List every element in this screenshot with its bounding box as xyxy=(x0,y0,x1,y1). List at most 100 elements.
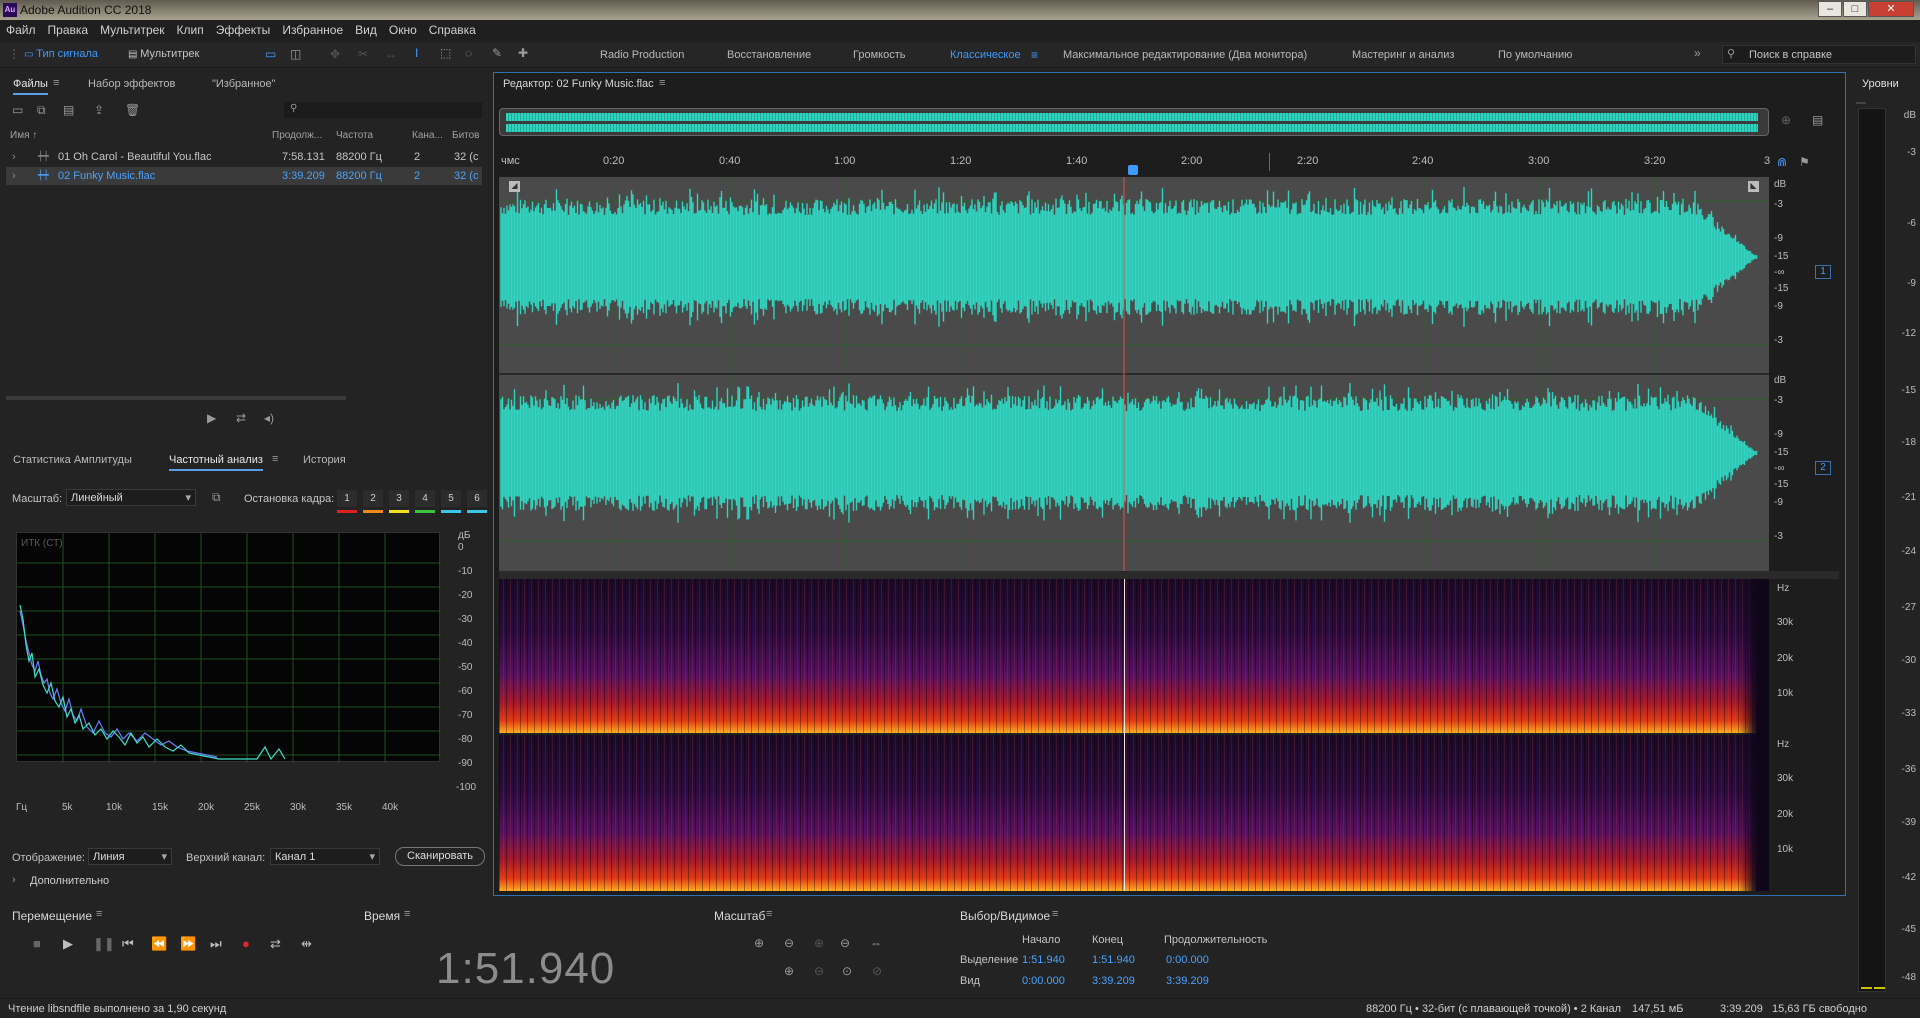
files-search-input[interactable]: ⚲ xyxy=(284,102,482,118)
spot-healing-tool-icon[interactable]: ✚ xyxy=(518,46,528,60)
menu-view[interactable]: Вид xyxy=(349,20,383,37)
zoom-out-selection-icon[interactable]: ⊖ xyxy=(814,964,824,978)
freeze-button-4[interactable]: 4 xyxy=(415,490,435,507)
slip-tool-icon[interactable]: ↔ xyxy=(385,47,397,61)
minimize-button[interactable]: – xyxy=(1818,1,1842,17)
tab-files[interactable]: Файлы xyxy=(13,78,48,95)
workspace-loudness[interactable]: Громкость xyxy=(853,49,905,61)
zoom-to-selection-time-icon[interactable]: ⊙ xyxy=(842,964,852,978)
spectral-display[interactable] xyxy=(499,579,1769,891)
new-file-icon[interactable]: ▤ xyxy=(63,103,74,117)
workspace-radio-production[interactable]: Radio Production xyxy=(600,49,684,61)
open-file-icon[interactable]: ▭ xyxy=(12,103,23,117)
menu-multitrack[interactable]: Мультитрек xyxy=(94,20,170,37)
workspace-edit-dual-monitor[interactable]: Максимальное редактирование (Два монитор… xyxy=(1063,49,1307,61)
delete-file-icon[interactable]: 🗑 xyxy=(125,103,140,117)
scan-button[interactable]: Сканировать xyxy=(395,847,485,866)
selection-menu-icon[interactable]: ≡ xyxy=(1052,908,1058,920)
tab-frequency-analysis[interactable]: Частотный анализ xyxy=(169,454,263,471)
workspace-restoration[interactable]: Восстановление xyxy=(727,49,811,61)
rewind-icon[interactable]: ⏪ xyxy=(151,936,167,952)
time-selection-tool-icon[interactable]: I xyxy=(415,46,418,60)
zoom-reset-icon[interactable]: ⊘ xyxy=(872,964,882,978)
loop-icon[interactable]: ⇄ xyxy=(270,936,281,952)
brush-tool-icon[interactable]: ✎ xyxy=(492,46,502,60)
advanced-section-label[interactable]: Дополнительно xyxy=(30,875,109,887)
insert-into-multitrack-icon[interactable]: ⇪ xyxy=(94,103,104,117)
fade-in-handle-icon[interactable]: ◢ xyxy=(509,181,520,192)
zoom-out-amplitude-icon[interactable]: ⊖ xyxy=(784,936,794,950)
stop-icon[interactable]: ■ xyxy=(33,936,41,951)
freeze-button-2[interactable]: 2 xyxy=(363,490,383,507)
channel-2-toggle[interactable]: 2 xyxy=(1815,461,1831,475)
overview-navigator[interactable] xyxy=(499,108,1769,136)
view-end-value[interactable]: 3:39.209 xyxy=(1092,975,1135,987)
expand-icon[interactable]: › xyxy=(12,151,16,163)
col-name-header[interactable]: Имя ↑ xyxy=(10,130,37,141)
col-bits-header[interactable]: Битов xyxy=(452,130,480,141)
selection-start-value[interactable]: 1:51.940 xyxy=(1022,954,1065,966)
workspace-mastering[interactable]: Мастеринг и анализ xyxy=(1352,49,1454,61)
col-rate-header[interactable]: Частота xyxy=(336,130,373,141)
tab-favorites[interactable]: "Избранное" xyxy=(212,78,276,90)
editor-menu-icon[interactable]: ≡ xyxy=(659,77,665,89)
workspace-default[interactable]: По умолчанию xyxy=(1498,49,1572,61)
files-panel-menu-icon[interactable]: ≡ xyxy=(53,77,59,89)
col-channels-header[interactable]: Кана... xyxy=(412,130,443,141)
scale-dropdown[interactable]: Линейный xyxy=(66,489,196,506)
record-icon[interactable]: ● xyxy=(242,936,250,951)
files-hscrollbar[interactable] xyxy=(6,396,346,400)
zoom-to-selection-icon[interactable]: ⊕ xyxy=(1781,113,1791,127)
zoom-menu-icon[interactable]: ≡ xyxy=(766,908,772,920)
col-duration-header[interactable]: Продолж... xyxy=(272,130,322,141)
close-window-button[interactable]: ✕ xyxy=(1868,1,1914,17)
maximize-button[interactable]: □ xyxy=(1843,1,1867,17)
time-menu-icon[interactable]: ≡ xyxy=(404,908,410,920)
menu-file[interactable]: Файл xyxy=(0,20,42,37)
snapshot-icon[interactable]: ⧉ xyxy=(212,490,221,505)
file-row-selected[interactable]: › ┿┿ 02 Funky Music.flac 3:39.209 88200 … xyxy=(6,167,482,185)
fade-out-handle-icon[interactable]: ◣ xyxy=(1748,181,1759,192)
view-duration-value[interactable]: 3:39.209 xyxy=(1166,975,1209,987)
playhead-handle[interactable] xyxy=(1128,165,1138,175)
pause-icon[interactable]: ❚❚ xyxy=(93,936,115,952)
expand-icon[interactable]: › xyxy=(12,170,16,182)
zoom-in-time-icon[interactable]: ⊕ xyxy=(814,936,824,950)
snap-icon[interactable]: ⋒ xyxy=(1777,155,1787,169)
zoom-in-amplitude-icon[interactable]: ⊕ xyxy=(754,936,764,950)
workspace-menu-icon[interactable]: ≡ xyxy=(1031,48,1038,62)
menu-help[interactable]: Справка xyxy=(423,20,482,37)
zoom-out-full-icon[interactable]: ⇔ xyxy=(870,936,882,950)
view-start-value[interactable]: 0:00.000 xyxy=(1022,975,1065,987)
waveform-mode-button[interactable]: ▭ Тип сигнала xyxy=(24,48,98,60)
tab-amplitude-stats[interactable]: Статистика Амплитуды xyxy=(13,454,132,466)
channel-1-toggle[interactable]: 1 xyxy=(1815,265,1831,279)
analysis-panel-menu-icon[interactable]: ≡ xyxy=(272,453,278,465)
display-dropdown[interactable]: Линия xyxy=(88,848,172,865)
menu-favorites[interactable]: Избранное xyxy=(276,20,349,37)
loop-preview-icon[interactable]: ⇄ xyxy=(236,411,246,425)
tab-history[interactable]: История xyxy=(303,454,346,466)
marquee-tool-icon[interactable]: ⬚ xyxy=(440,46,451,60)
move-tool-icon[interactable]: ✥ xyxy=(330,47,340,61)
workspace-classic[interactable]: Классическое xyxy=(950,49,1021,61)
marker-icon[interactable]: ⚑ xyxy=(1799,155,1810,169)
waveform-display[interactable]: ◢ ◣ xyxy=(499,177,1769,571)
freeze-button-1[interactable]: 1 xyxy=(337,490,357,507)
more-workspaces-icon[interactable]: » xyxy=(1694,46,1701,60)
go-to-end-icon[interactable]: ⏭ xyxy=(210,936,222,952)
menu-edit[interactable]: Правка xyxy=(42,20,95,37)
freeze-button-6[interactable]: 6 xyxy=(467,490,487,507)
zoom-in-selection-icon[interactable]: ⊕ xyxy=(784,964,794,978)
freeze-button-3[interactable]: 3 xyxy=(389,490,409,507)
autoplay-preview-icon[interactable]: ◂) xyxy=(264,411,274,425)
advanced-expand-icon[interactable]: › xyxy=(12,874,16,886)
play-preview-icon[interactable]: ▶ xyxy=(207,411,216,425)
play-icon[interactable]: ▶ xyxy=(63,936,73,952)
selection-end-value[interactable]: 1:51.940 xyxy=(1092,954,1135,966)
help-search-field[interactable]: ⚲ Поиск в справке xyxy=(1722,45,1916,64)
import-file-icon[interactable]: ⧉ xyxy=(37,103,46,118)
top-channel-dropdown[interactable]: Канал 1 xyxy=(270,848,380,865)
zoom-out-time-icon[interactable]: ⊖ xyxy=(840,936,850,950)
multitrack-mode-button[interactable]: ▤ Мультитрек xyxy=(128,48,199,60)
